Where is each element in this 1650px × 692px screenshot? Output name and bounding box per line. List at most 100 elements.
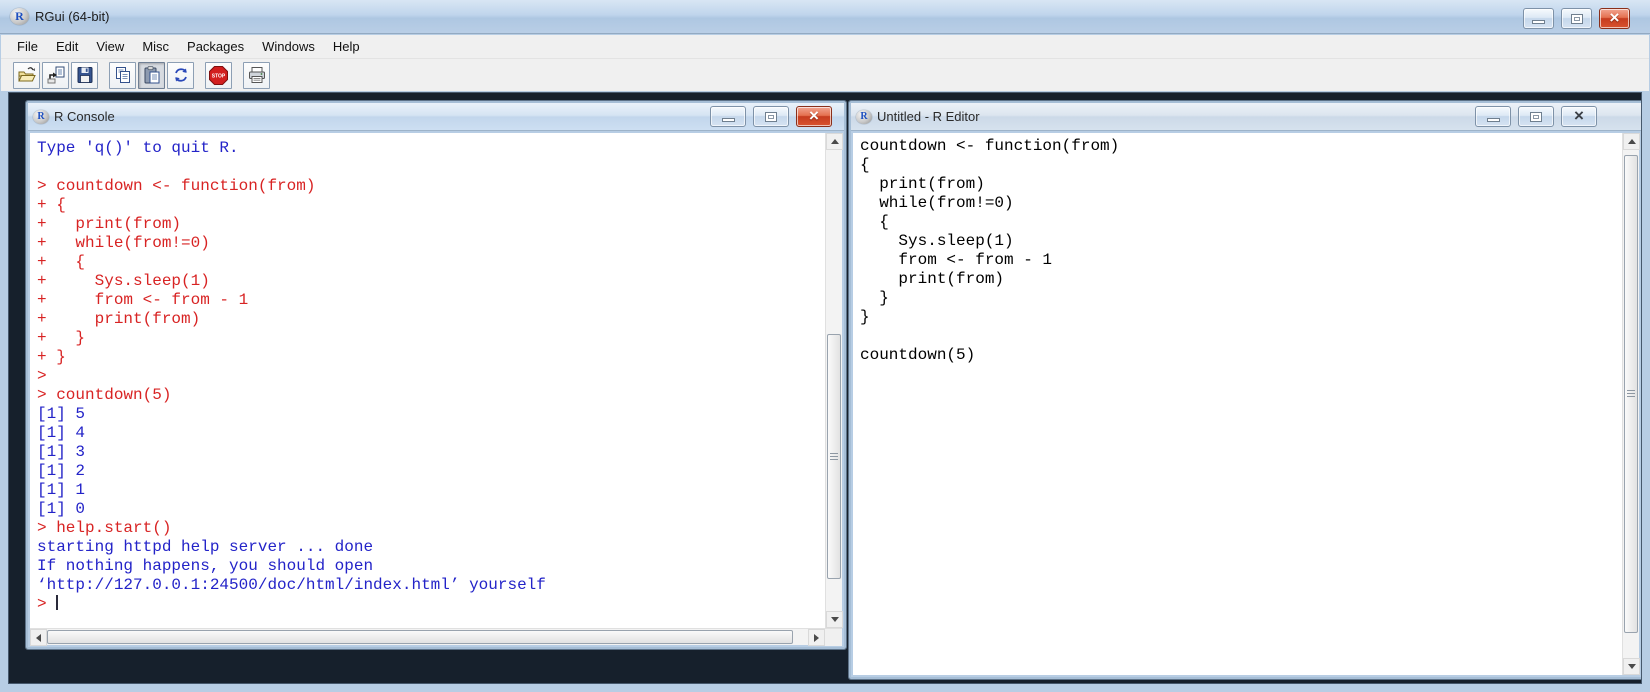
r-logo-icon: R [10,8,29,25]
print-button[interactable] [243,62,270,89]
editor-line: while(from!=0) [860,194,1622,213]
mdi-area: R R Console × Type 'q()' to quit R.> cou… [8,92,1642,684]
svg-text:STOP: STOP [212,73,226,79]
editor-line: countdown(5) [860,346,1622,365]
scroll-up-button[interactable] [826,133,843,150]
close-button[interactable]: × [1599,8,1630,29]
save-icon [75,65,95,85]
maximize-button[interactable] [1561,8,1592,29]
editor-line: Sys.sleep(1) [860,232,1622,251]
scrollbar-thumb[interactable] [827,334,841,578]
menu-packages[interactable]: Packages [178,36,253,57]
app-window: R RGui (64-bit) × FileEditViewMiscPackag… [0,0,1650,692]
console-minimize-button[interactable] [710,106,746,127]
arrow-down-icon [1628,664,1636,669]
console-line: + } [37,348,825,367]
save-workspace-button[interactable] [71,62,98,89]
console-window: R R Console × Type 'q()' to quit R.> cou… [26,101,846,649]
console-line: [1] 5 [37,405,825,424]
editor-window-controls: × [1475,106,1597,127]
scrollbar-thumb[interactable] [47,630,793,644]
console-line: starting httpd help server ... done [37,538,825,557]
r-logo-icon: R [33,110,49,124]
minimize-icon [722,118,735,122]
console-line: [1] 3 [37,443,825,462]
scrollbar-thumb[interactable] [1624,155,1638,633]
editor-minimize-button[interactable] [1475,106,1511,127]
editor-line: countdown <- function(from) [860,137,1622,156]
editor-line [860,327,1622,346]
console-line: > help.start() [37,519,825,538]
arrow-right-icon [814,634,819,642]
scroll-right-button[interactable] [808,629,825,646]
console-text-area[interactable]: Type 'q()' to quit R.> countdown <- func… [30,133,825,628]
console-maximize-button[interactable] [753,106,789,127]
scrollbar-corner [825,629,842,646]
thumb-grip-icon [1627,388,1635,399]
app-title: RGui (64-bit) [35,9,109,24]
console-close-button[interactable]: × [796,106,832,127]
console-line: > [37,367,825,386]
stop-button[interactable]: STOP [205,62,232,89]
minimize-button[interactable] [1523,8,1554,29]
console-line: If nothing happens, you should open [37,557,825,576]
console-horizontal-scrollbar[interactable] [30,628,842,645]
console-vertical-scrollbar[interactable] [825,133,842,628]
console-line: + from <- from - 1 [37,291,825,310]
load-workspace-icon [46,65,66,85]
copy-button[interactable] [109,62,136,89]
editor-vertical-scrollbar[interactable] [1622,133,1639,675]
scroll-up-button[interactable] [1623,133,1640,150]
maximize-icon [765,112,777,122]
text-cursor [56,595,58,610]
console-line: > countdown <- function(from) [37,177,825,196]
title-bar[interactable]: R RGui (64-bit) × [0,0,1650,34]
open-folder-icon [17,65,37,85]
scrollbar-track[interactable] [826,150,842,611]
console-window-controls: × [710,106,832,127]
scroll-down-button[interactable] [826,611,843,628]
close-icon: × [1610,9,1620,26]
editor-maximize-button[interactable] [1518,106,1554,127]
editor-title-bar[interactable]: R Untitled - R Editor × [851,103,1641,131]
console-line: + Sys.sleep(1) [37,272,825,291]
scroll-left-button[interactable] [30,629,47,646]
menu-help[interactable]: Help [324,36,369,57]
scrollbar-track[interactable] [47,629,808,645]
maximize-icon [1571,14,1583,24]
menu-windows[interactable]: Windows [253,36,324,57]
close-icon: × [1574,107,1584,124]
scrollbar-track[interactable] [1623,150,1639,658]
screen: R RGui (64-bit) × FileEditViewMiscPackag… [0,0,1650,692]
console-line: [1] 2 [37,462,825,481]
editor-line: print(from) [860,270,1622,289]
console-line [37,158,825,177]
editor-line: print(from) [860,175,1622,194]
load-workspace-button[interactable] [42,62,69,89]
console-line: + } [37,329,825,348]
open-script-button[interactable] [13,62,40,89]
menu-file[interactable]: File [8,36,47,57]
arrow-left-icon [36,634,41,642]
console-title-bar[interactable]: R R Console × [28,103,844,131]
scroll-down-button[interactable] [1623,658,1640,675]
menu-misc[interactable]: Misc [133,36,178,57]
console-line: [1] 0 [37,500,825,519]
arrow-up-icon [831,139,839,144]
menu-view[interactable]: View [87,36,133,57]
editor-close-button[interactable]: × [1561,106,1597,127]
console-line: + { [37,196,825,215]
stop-sign-icon: STOP [208,65,229,86]
paste-button[interactable] [138,62,165,89]
menu-edit[interactable]: Edit [47,36,87,57]
minimize-icon [1487,118,1500,122]
console-line: > countdown(5) [37,386,825,405]
console-line: + while(from!=0) [37,234,825,253]
editor-line: { [860,156,1622,175]
editor-line: from <- from - 1 [860,251,1622,270]
editor-text-area[interactable]: countdown <- function(from){ print(from)… [853,133,1622,675]
r-logo-icon: R [856,110,872,124]
arrow-up-icon [1628,139,1636,144]
minimize-icon [1532,20,1545,24]
copy-and-paste-button[interactable] [167,62,194,89]
